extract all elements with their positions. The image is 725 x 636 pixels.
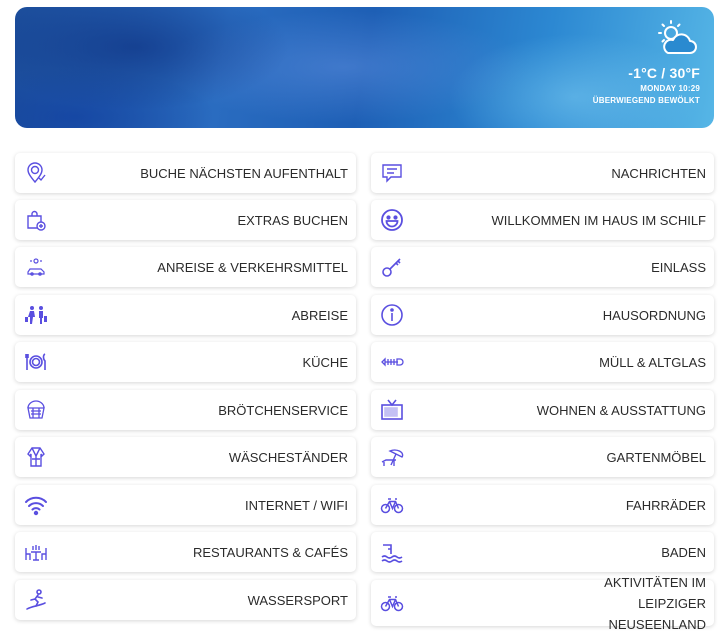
tile-waeschestaender[interactable]: WÄSCHESTÄNDER bbox=[15, 437, 356, 477]
tile-label: BADEN bbox=[661, 544, 706, 560]
tile-label: GARTENMÖBEL bbox=[606, 449, 706, 465]
tile-extras-buchen[interactable]: EXTRAS BUCHEN bbox=[15, 200, 356, 240]
tile-internet-wifi[interactable]: INTERNET / WIFI bbox=[15, 485, 356, 525]
tile-label: MÜLL & ALTGLAS bbox=[599, 354, 706, 370]
surfer-icon bbox=[24, 588, 48, 612]
tile-label: AKTIVITÄTEN IM LEIPZIGER NEUSEENLAND bbox=[604, 574, 706, 632]
shopping-bag-plus-icon bbox=[24, 208, 48, 232]
wifi-icon bbox=[24, 493, 48, 517]
tile-label: INTERNET / WIFI bbox=[244, 497, 348, 513]
smiley-icon bbox=[380, 208, 404, 232]
tile-label: WOHNEN & AUSSTATTUNG bbox=[536, 402, 706, 418]
sunbed-umbrella-icon bbox=[380, 445, 404, 469]
tile-willkommen[interactable]: WILLKOMMEN IM HAUS IM SCHILF bbox=[371, 200, 714, 240]
temperature: -1°C / 30°F bbox=[628, 65, 700, 81]
tile-label: BRÖTCHENSERVICE bbox=[218, 402, 348, 418]
tile-kueche[interactable]: KÜCHE bbox=[15, 342, 356, 382]
tile-label: ANREISE & VERKEHRSMITTEL bbox=[157, 259, 348, 275]
weather-header: -1°C / 30°F MONDAY 10:29 ÜBERWIEGEND BEW… bbox=[15, 7, 714, 128]
location-check-icon bbox=[24, 161, 48, 185]
tile-label: HAUSORDNUNG bbox=[602, 307, 706, 323]
info-icon bbox=[380, 303, 404, 327]
message-icon bbox=[380, 161, 404, 185]
tv-icon bbox=[380, 398, 404, 422]
tile-label: WASSERSPORT bbox=[247, 592, 348, 608]
bread-basket-icon bbox=[24, 398, 48, 422]
weather-condition: ÜBERWIEGEND BEWÖLKT bbox=[592, 96, 700, 105]
tile-gartenmoebel[interactable]: GARTENMÖBEL bbox=[371, 437, 714, 477]
tile-nachrichten[interactable]: NACHRICHTEN bbox=[371, 153, 714, 193]
tile-hausordnung[interactable]: HAUSORDNUNG bbox=[371, 295, 714, 335]
tile-label: WILLKOMMEN IM HAUS IM SCHILF bbox=[491, 212, 706, 228]
tile-aktivitaeten[interactable]: AKTIVITÄTEN IM LEIPZIGER NEUSEENLAND bbox=[371, 575, 714, 632]
tile-label: BUCHE NÄCHSTEN AUFENTHALT bbox=[140, 165, 348, 181]
dining-table-icon bbox=[24, 540, 48, 564]
tile-label: KÜCHE bbox=[302, 354, 348, 370]
tile-label: RESTAURANTS & CAFÉS bbox=[192, 544, 348, 560]
key-icon bbox=[380, 255, 404, 279]
plate-cutlery-icon bbox=[24, 350, 48, 374]
tile-muell-altglas[interactable]: MÜLL & ALTGLAS bbox=[371, 342, 714, 382]
bicycle-icon bbox=[380, 591, 404, 615]
tile-abreise[interactable]: ABREISE bbox=[15, 295, 356, 335]
tile-label: WÄSCHESTÄNDER bbox=[228, 449, 348, 465]
weather-widget: -1°C / 30°F MONDAY 10:29 ÜBERWIEGEND BEW… bbox=[593, 19, 700, 105]
tile-buche-naechsten-aufenthalt[interactable]: BUCHE NÄCHSTEN AUFENTHALT bbox=[15, 153, 356, 193]
day-time: MONDAY 10:29 bbox=[640, 84, 700, 93]
bathrobe-icon bbox=[24, 445, 48, 469]
tile-wohnen-ausstattung[interactable]: WOHNEN & AUSSTATTUNG bbox=[371, 390, 714, 430]
tile-wassersport[interactable]: WASSERSPORT bbox=[15, 580, 356, 620]
tile-anreise-verkehrsmittel[interactable]: ANREISE & VERKEHRSMITTEL bbox=[15, 247, 356, 287]
partly-cloudy-icon bbox=[658, 20, 697, 54]
swimming-ladder-icon bbox=[380, 540, 404, 564]
tile-einlass[interactable]: EINLASS bbox=[371, 247, 714, 287]
tile-label: FAHRRÄDER bbox=[625, 497, 706, 513]
car-location-icon bbox=[24, 255, 48, 279]
travelers-icon bbox=[24, 303, 48, 327]
tile-label: ABREISE bbox=[291, 307, 348, 323]
tile-label: NACHRICHTEN bbox=[611, 165, 706, 181]
tile-label: EINLASS bbox=[651, 259, 706, 275]
tile-broetchenservice[interactable]: BRÖTCHENSERVICE bbox=[15, 390, 356, 430]
tile-baden[interactable]: BADEN bbox=[371, 532, 714, 572]
tile-restaurants-cafes[interactable]: RESTAURANTS & CAFÉS bbox=[15, 532, 356, 572]
bicycle-icon bbox=[380, 493, 404, 517]
tile-label: EXTRAS BUCHEN bbox=[237, 212, 348, 228]
tile-fahrraeder[interactable]: FAHRRÄDER bbox=[371, 485, 714, 525]
fish-bone-icon bbox=[380, 350, 404, 374]
